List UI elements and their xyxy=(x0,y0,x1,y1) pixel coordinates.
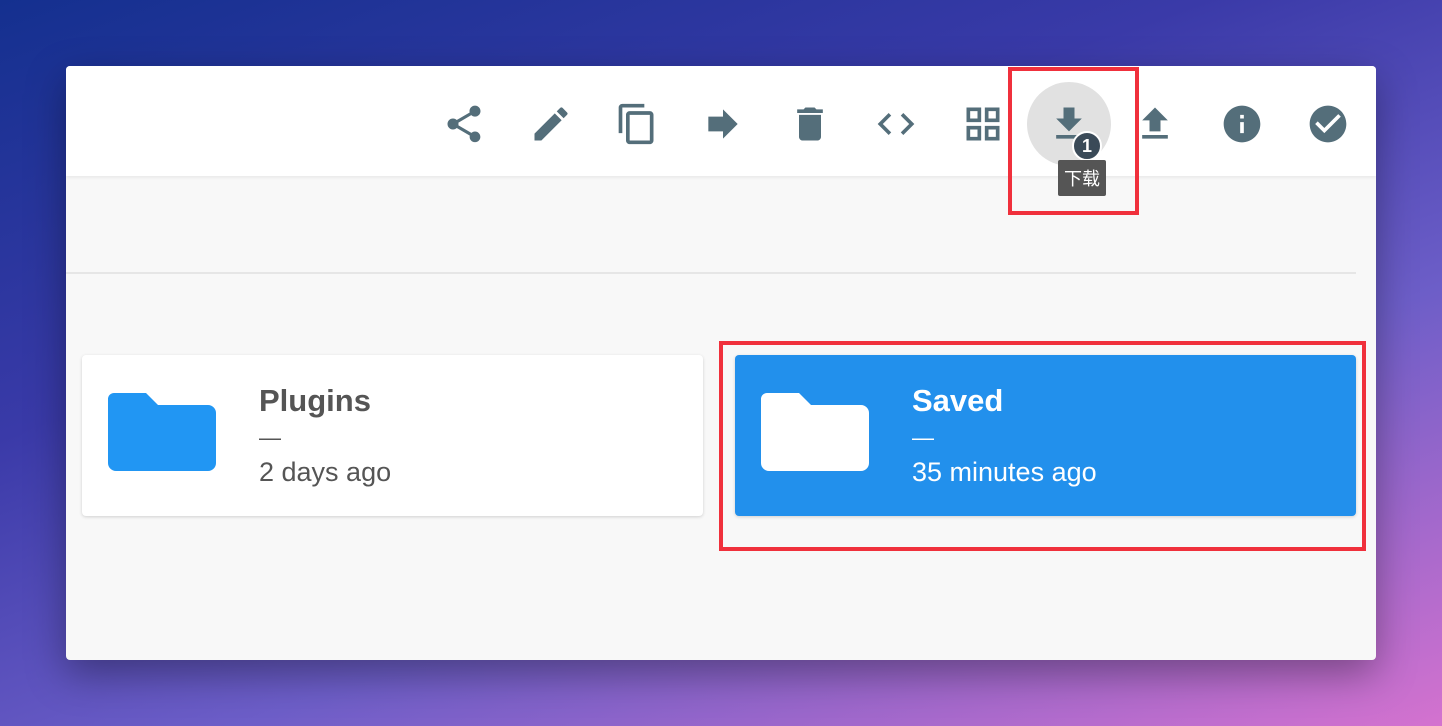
check-circle-icon xyxy=(1309,105,1347,143)
share-icon xyxy=(447,105,481,143)
trash-icon xyxy=(797,107,823,141)
share-button[interactable] xyxy=(422,82,506,166)
item-meta: Plugins — 2 days ago xyxy=(259,383,391,488)
folder-item-plugins[interactable]: Plugins — 2 days ago xyxy=(82,355,703,516)
pencil-icon xyxy=(534,107,568,141)
info-icon xyxy=(1223,105,1261,143)
arrow-forward-icon xyxy=(708,109,738,139)
section-divider xyxy=(66,272,1356,274)
code-icon xyxy=(877,113,915,135)
copy-button[interactable] xyxy=(595,82,679,166)
upload-icon xyxy=(1142,107,1168,139)
move-button[interactable] xyxy=(681,82,765,166)
embed-button[interactable] xyxy=(854,82,938,166)
info-button[interactable] xyxy=(1200,82,1284,166)
delete-button[interactable] xyxy=(768,82,852,166)
download-highlight-box xyxy=(1008,67,1139,215)
grid-icon xyxy=(966,107,1000,141)
saved-folder-highlight-box xyxy=(719,341,1366,551)
copy-icon xyxy=(618,103,654,145)
item-name: Plugins xyxy=(259,383,371,418)
select-all-button[interactable] xyxy=(1286,82,1370,166)
item-modified: 2 days ago xyxy=(259,457,392,487)
item-size: — xyxy=(259,425,281,450)
rename-button[interactable] xyxy=(509,82,593,166)
folder-icon xyxy=(106,385,218,485)
toolbar: 1 下载 xyxy=(66,66,1376,196)
